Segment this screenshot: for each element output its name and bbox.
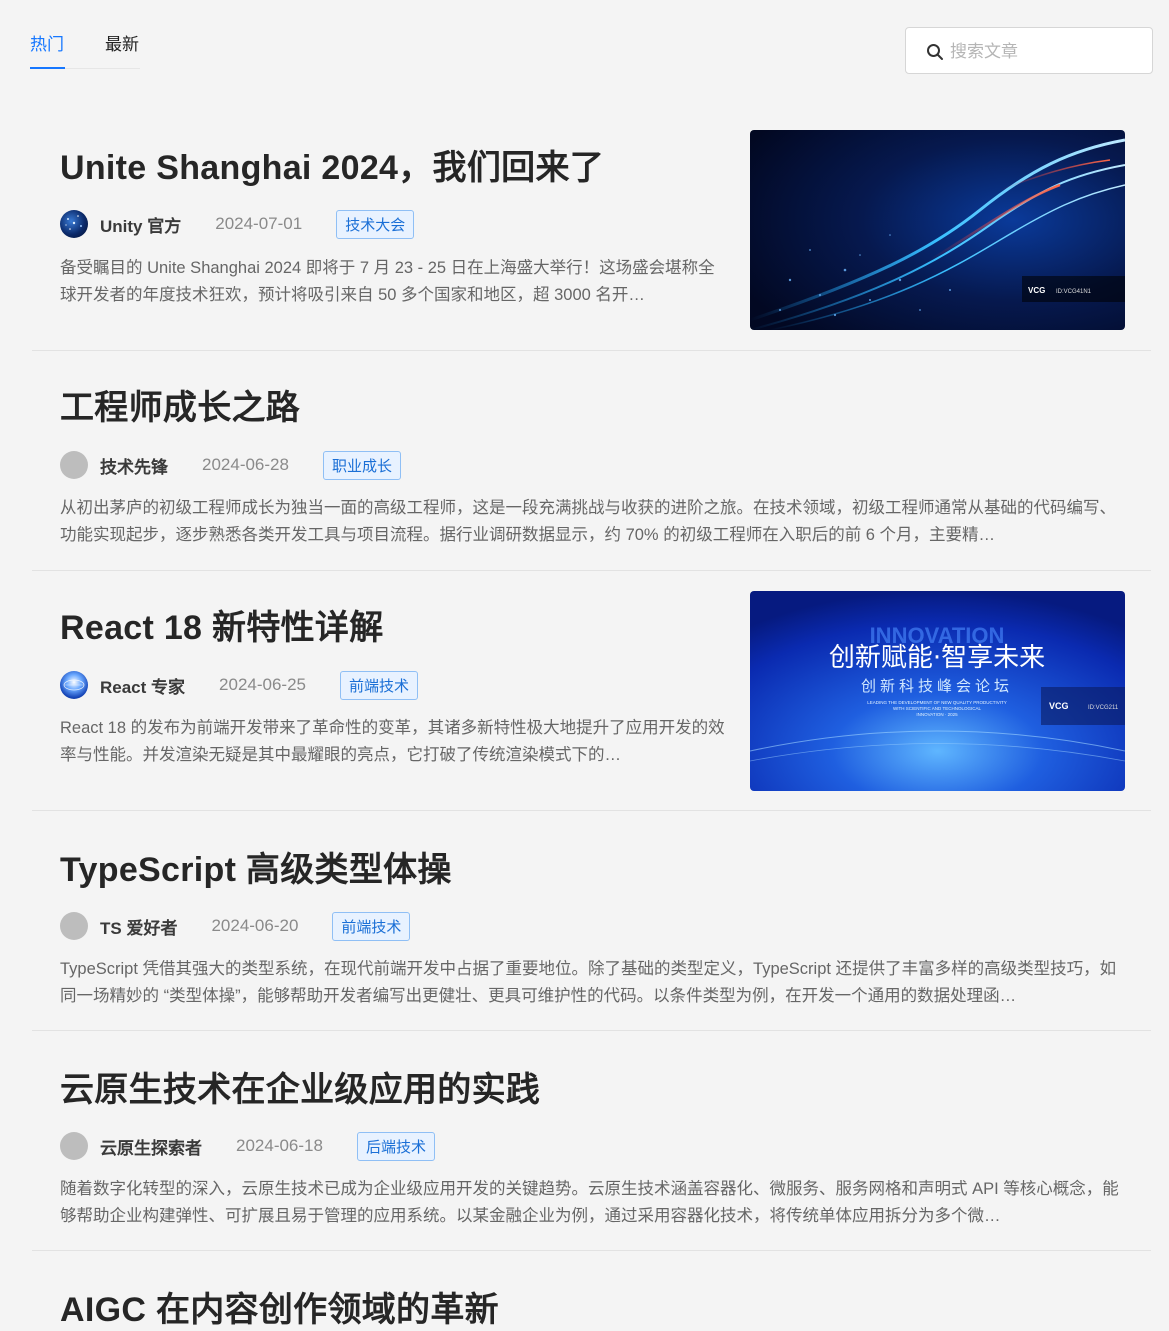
search-input[interactable]: [948, 38, 1147, 66]
tab-latest[interactable]: 最新: [105, 30, 139, 55]
article-item[interactable]: 工程师成长之路 技术先锋 2024-06-28 职业成长 从初出茅庐的初级工程师…: [32, 350, 1151, 571]
category-tag[interactable]: 技术大会: [336, 209, 415, 239]
article-thumbnail[interactable]: VCG ID:VCG41N1: [750, 130, 1125, 330]
avatar: [60, 210, 88, 238]
article-item[interactable]: 云原生技术在企业级应用的实践 云原生探索者 2024-06-18 后端技术 随着…: [32, 1030, 1151, 1251]
svg-text:ID:VCG211: ID:VCG211: [1088, 705, 1119, 711]
article-item[interactable]: TypeScript 高级类型体操 TS 爱好者 2024-06-20 前端技术…: [32, 810, 1151, 1031]
author-name[interactable]: Unity 官方: [100, 212, 181, 237]
article-item[interactable]: AIGC 在内容创作领域的革新: [32, 1250, 1151, 1329]
light-streaks-image: VCG ID:VCG41N1: [750, 130, 1125, 330]
top-bar: 热门 最新: [0, 0, 1169, 90]
avatar: [60, 912, 88, 940]
article-meta: React 专家 2024-06-25 前端技术: [60, 670, 419, 700]
category-tag[interactable]: 前端技术: [340, 670, 419, 700]
banner-small-line: LEADING THE DEVELOPMENT OF NEW QUALITY P…: [867, 700, 1007, 705]
banner-heading: 创新赋能·智享未来: [829, 643, 1045, 673]
watermark-text: VCG: [1049, 701, 1069, 711]
article-title[interactable]: 工程师成长之路: [60, 380, 300, 429]
article-meta: 技术先锋 2024-06-28 职业成长: [60, 450, 401, 480]
svg-text:ID:VCG41N1: ID:VCG41N1: [1056, 289, 1092, 295]
active-tab-indicator: [30, 67, 65, 69]
article-excerpt: 从初出茅庐的初级工程师成长为独当一面的高级工程师，这是一段充满挑战与收获的进阶之…: [60, 499, 1116, 544]
search-box[interactable]: [905, 27, 1153, 74]
publish-date: 2024-06-18: [236, 1136, 323, 1155]
article-meta: Unity 官方 2024-07-01 技术大会: [60, 209, 415, 239]
article-item[interactable]: Unite Shanghai 2024，我们回来了 Unity 官方 2024-…: [32, 110, 1151, 351]
publish-date: 2024-07-01: [215, 214, 303, 233]
article-title[interactable]: React 18 新特性详解: [60, 600, 384, 649]
article-item[interactable]: React 18 新特性详解 React 专家 2024-06-25 前端技术 …: [32, 570, 1151, 811]
publish-date: 2024-06-28: [202, 455, 289, 474]
article-meta: 云原生探索者 2024-06-18 后端技术: [60, 1131, 435, 1161]
article-excerpt: React 18 的发布为前端开发带来了革命性的变革，其诸多新特性极大地提升了应…: [60, 719, 725, 764]
banner-small-line: INNOVATION · 2025: [916, 712, 958, 717]
author-name[interactable]: React 专家: [100, 673, 185, 698]
banner-subheading: 创新科技峰会论坛: [861, 677, 1013, 695]
article-title[interactable]: TypeScript 高级类型体操: [60, 842, 452, 891]
banner-small-line: WITH SCIENTIFIC AND TECHNOLOGICAL: [893, 706, 981, 711]
article-meta: TS 爱好者 2024-06-20 前端技术: [60, 911, 411, 941]
starfield-icon: [65, 215, 82, 230]
author-name[interactable]: 技术先锋: [100, 453, 168, 478]
article-excerpt: 备受瞩目的 Unite Shanghai 2024 即将于 7 月 23 - 2…: [60, 259, 715, 304]
svg-text:VCG: VCG: [1028, 286, 1045, 295]
tab-hot[interactable]: 热门: [30, 30, 64, 55]
avatar: [60, 451, 88, 479]
category-tag[interactable]: 后端技术: [356, 1131, 435, 1161]
category-tag[interactable]: 职业成长: [322, 450, 401, 480]
article-excerpt: 随着数字化转型的深入，云原生技术已成为企业级应用开发的关键趋势。云原生技术涵盖容…: [60, 1180, 1119, 1225]
publish-date: 2024-06-20: [211, 916, 299, 935]
author-name[interactable]: TS 爱好者: [100, 914, 177, 939]
avatar: [60, 671, 88, 699]
author-name[interactable]: 云原生探索者: [100, 1134, 202, 1159]
avatar: [60, 1132, 88, 1160]
article-title[interactable]: AIGC 在内容创作领域的革新: [60, 1282, 499, 1331]
search-icon: [927, 44, 943, 60]
article-title[interactable]: Unite Shanghai 2024，我们回来了: [60, 140, 604, 189]
category-tag[interactable]: 前端技术: [332, 911, 411, 941]
publish-date: 2024-06-25: [219, 675, 306, 694]
globe-icon: [63, 679, 85, 691]
article-thumbnail[interactable]: INNOVATION 创新赋能·智享未来 创新科技峰会论坛 LEADING TH…: [750, 591, 1125, 791]
article-title[interactable]: 云原生技术在企业级应用的实践: [60, 1062, 540, 1111]
innovation-banner-image: INNOVATION 创新赋能·智享未来 创新科技峰会论坛 LEADING TH…: [750, 591, 1125, 791]
article-excerpt: TypeScript 凭借其强大的类型系统，在现代前端开发中占据了重要地位。除了…: [60, 960, 1117, 1005]
